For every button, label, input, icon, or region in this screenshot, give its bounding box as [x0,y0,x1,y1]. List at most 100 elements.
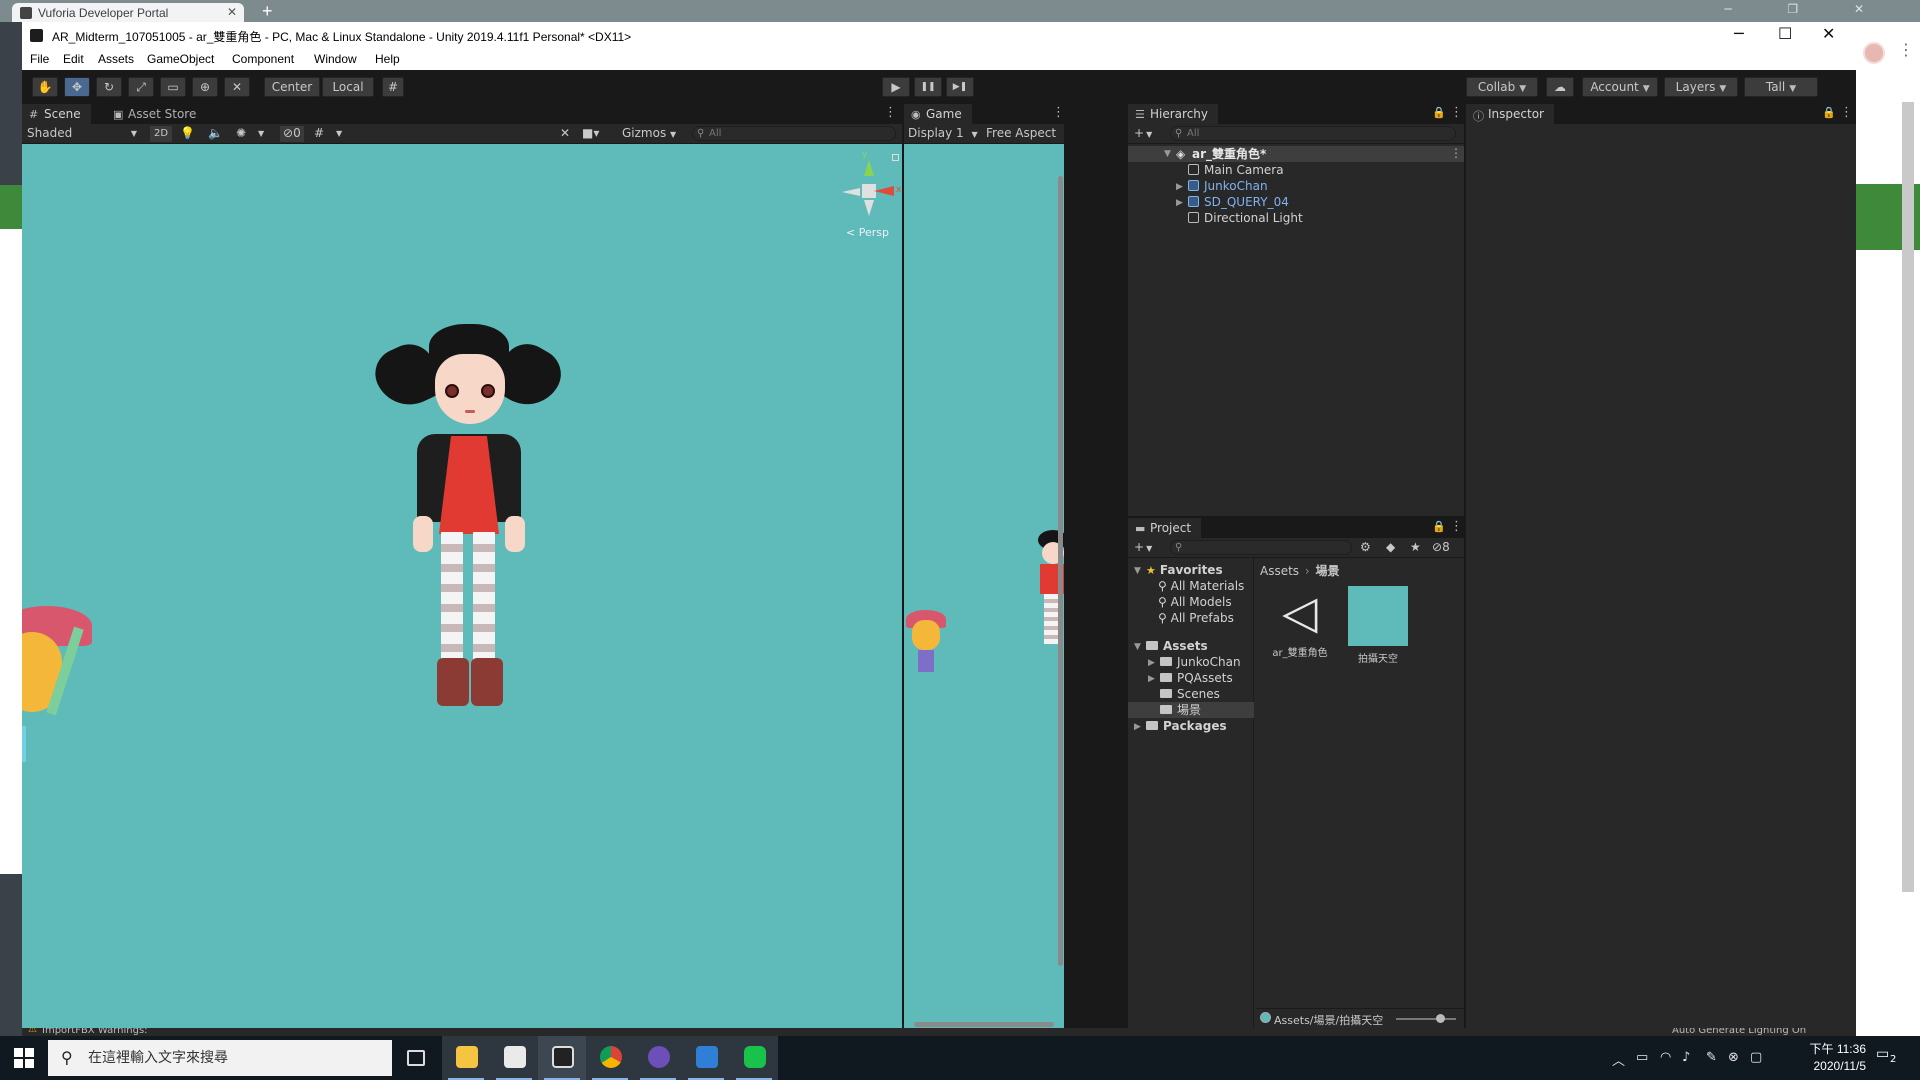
hierarchy-search-input[interactable]: ⚲ All [1170,126,1456,141]
favorite-all-models[interactable]: ⚲ All Models [1158,594,1232,610]
favorites-row[interactable]: ★ Favorites [1146,562,1223,578]
grid-toggle-icon[interactable]: # [314,126,324,142]
hierarchy-item-main-camera[interactable]: Main Camera [1188,162,1284,178]
hierarchy-item-directional-light[interactable]: Directional Light [1188,210,1303,226]
lighting-toggle-icon[interactable]: 💡 [180,126,195,142]
expand-arrow-icon[interactable]: ▶ [1176,198,1183,208]
cloud-button[interactable]: ☁ [1546,77,1574,97]
project-menu-icon[interactable]: ⋮ [1450,519,1463,534]
favorite-all-prefabs[interactable]: ⚲ All Prefabs [1158,610,1234,626]
junkochan-character[interactable] [367,324,577,784]
custom-tool-button[interactable]: ✕ [224,77,250,97]
inspector-menu-icon[interactable]: ⋮ [1840,105,1853,120]
game-vertical-scrollbar[interactable] [1058,176,1063,966]
expand-arrow-icon[interactable]: ▼ [1164,149,1171,159]
tab-game[interactable]: ◉ Game [904,104,972,124]
discord-like-icon[interactable] [634,1036,682,1080]
expand-arrow-icon[interactable]: ▶ [1148,674,1155,684]
create-asset-dropdown[interactable]: + ▼ [1134,540,1152,556]
move-tool-button[interactable]: ✥ [64,77,90,97]
pen-icon[interactable]: ✎ [1706,1050,1717,1065]
expand-arrow-icon[interactable]: ▶ [1148,658,1155,668]
favorite-star-icon[interactable]: ★ [1410,540,1421,556]
gizmo-lock-icon[interactable] [892,154,899,161]
hierarchy-item-sd-query[interactable]: SD_QUERY_04 [1188,194,1289,210]
project-search-input[interactable]: ⚲ [1170,540,1352,555]
play-button[interactable]: ▶ [882,77,910,97]
collab-dropdown[interactable]: Collab ▼ [1466,77,1538,97]
create-dropdown[interactable]: + ▼ [1134,126,1152,142]
notification-center-icon[interactable]: ▭ 2 [1876,1046,1902,1070]
display-dropdown[interactable]: Display 1 ▼ [908,126,978,142]
pause-button[interactable]: ❚❚ [914,77,942,97]
browser-new-tab-button[interactable]: + [262,2,273,20]
breadcrumb-item[interactable]: 場景 [1316,564,1340,578]
assets-root-row[interactable]: Assets [1146,638,1208,654]
error-tray-icon[interactable]: ⊗ [1728,1050,1739,1065]
menu-edit[interactable]: Edit [63,52,84,66]
icon-size-slider-handle[interactable] [1436,1014,1445,1023]
game-viewport[interactable] [904,144,1064,1028]
neg-y-cone-icon[interactable] [864,200,874,216]
hand-tool-button[interactable]: ✋ [32,77,58,97]
browser-profile-avatar[interactable] [1863,42,1885,64]
hidden-objects-toggle[interactable]: ⊘0 [280,126,304,142]
browser-tab[interactable]: Vuforia Developer Portal ✕ [12,3,244,22]
pivot-local-toggle[interactable]: Local [322,77,374,97]
taskbar-clock[interactable]: 下午 11:36 2020/11/5 [1786,1041,1866,1075]
browser-tab-close-icon[interactable]: ✕ [227,5,237,19]
taskbar-search-input[interactable]: ⚲ 在這裡輸入文字來搜尋 [48,1040,392,1076]
media-icon[interactable] [682,1036,730,1080]
search-by-label-icon[interactable]: ◆ [1386,540,1395,556]
maximize-button[interactable]: ☐ [1778,24,1792,44]
tray-expand-icon[interactable]: ︿ [1612,1050,1625,1069]
scene-root-row[interactable]: ▼ ◈ ar_雙重角色* ⋮ [1128,146,1464,162]
tab-hierarchy[interactable]: ☰ Hierarchy [1128,104,1219,124]
account-dropdown[interactable]: Account ▼ [1582,77,1658,97]
folder-scenes[interactable]: Scenes [1160,686,1220,702]
expand-arrow-icon[interactable]: ▼ [1134,566,1141,576]
tab-inspector[interactable]: ⓘ Inspector [1466,104,1554,124]
folder-pqassets[interactable]: PQAssets [1160,670,1233,686]
asset-scene-file[interactable]: ◁ ar_雙重角色 [1270,584,1330,664]
effects-toggle-icon[interactable]: ✺ [236,126,246,142]
browser-scrollbar[interactable] [1902,102,1914,892]
neg-x-cone-icon[interactable] [842,188,860,196]
lock-icon[interactable]: 🔒 [1432,106,1446,119]
file-explorer-icon[interactable] [442,1036,490,1080]
rect-tool-button[interactable]: ▭ [160,77,186,97]
menu-gameobject[interactable]: GameObject [147,52,214,66]
layout-dropdown[interactable]: Tall ▼ [1744,77,1818,97]
tab-asset-store[interactable]: ▣ Asset Store [106,104,207,124]
expand-arrow-icon[interactable]: ▶ [1134,722,1141,732]
scene-search-input[interactable]: ⚲ All [692,126,896,141]
hierarchy-item-junkochan[interactable]: JunkoChan [1188,178,1268,194]
chevron-down-icon[interactable]: ▼ [258,126,264,142]
folder-junkochan[interactable]: JunkoChan [1160,654,1241,670]
windows-start-icon[interactable] [14,1048,34,1068]
scene-orientation-gizmo[interactable]: y x < Persp [822,150,902,254]
expand-arrow-icon[interactable]: ▶ [1176,182,1183,192]
menu-help[interactable]: Help [375,52,400,66]
gizmos-dropdown[interactable]: Gizmos ▼ [622,126,676,142]
tab-project[interactable]: ▬ Project [1128,518,1202,538]
chrome-icon[interactable] [586,1036,634,1080]
game-panel-menu-icon[interactable]: ⋮ [1052,105,1064,120]
console-message[interactable]: ImportFBX Warnings: [42,1028,148,1036]
x-axis-cone-icon[interactable] [874,186,894,196]
breadcrumb-item[interactable]: Assets [1260,564,1299,578]
transform-tool-button[interactable]: ⊕ [192,77,218,97]
packages-row[interactable]: Packages [1146,718,1227,734]
menu-window[interactable]: Window [314,52,357,66]
search-by-type-icon[interactable]: ⚙ [1360,540,1371,556]
menu-assets[interactable]: Assets [98,52,134,66]
wifi-icon[interactable]: ◠ [1660,1050,1671,1065]
battery-icon[interactable]: ▭ [1636,1050,1648,1065]
layers-dropdown[interactable]: Layers ▼ [1664,77,1738,97]
asset-material-file[interactable]: 拍攝天空 [1346,584,1410,665]
rotate-tool-button[interactable]: ↻ [96,77,122,97]
menu-file[interactable]: File [30,52,49,66]
unity-editor-icon[interactable] [538,1036,586,1080]
favorite-all-materials[interactable]: ⚲ All Materials [1158,578,1244,594]
browser-window-controls[interactable]: ─ ❐ ✕ [1724,2,1890,16]
